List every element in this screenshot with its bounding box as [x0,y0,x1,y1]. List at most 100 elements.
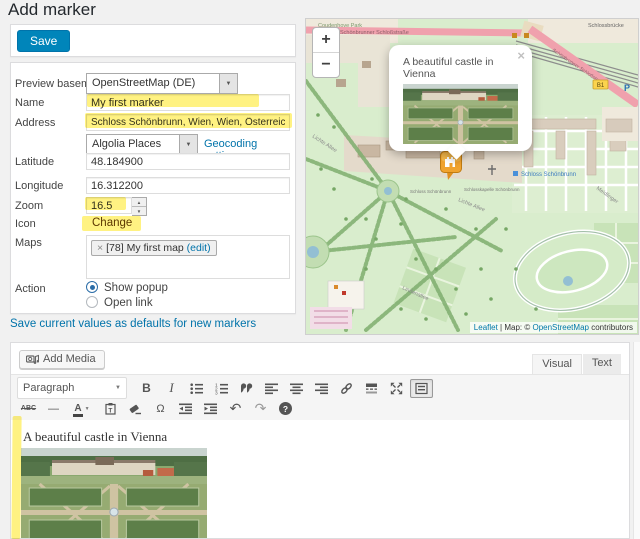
icon-label: Icon [15,218,36,230]
map-attribution: Leaflet | Map: © OpenStreetMap contribut… [469,322,637,333]
osm-link[interactable]: OpenStreetMap [532,323,588,332]
chevron-down-icon: ▼ [179,135,197,154]
bullet-list-button[interactable] [185,379,208,398]
align-right-button[interactable] [310,379,333,398]
decrease-indent-button[interactable] [174,399,197,418]
strikethrough-button[interactable]: ABC [17,399,40,418]
map-label: Schlossbrücke [588,23,624,29]
map-tag-edit-link[interactable]: (edit) [187,242,211,254]
map-label: Schloss Schönbrunn [410,189,452,194]
radio-selected-icon[interactable] [86,281,98,293]
numbered-list-icon: 1 2 3 [215,382,228,395]
add-media-button[interactable]: Add Media [19,350,105,369]
popup-close-icon[interactable]: × [517,49,525,62]
maps-multiselect[interactable]: × [78] My first map (edit) [86,235,290,279]
increase-indent-button[interactable] [199,399,222,418]
content-castle-photo[interactable] [21,448,207,539]
zoom-label: Zoom [15,200,44,212]
help-icon: ? [279,402,292,415]
icon-change-button[interactable]: Change [86,216,138,230]
right-panel-edge [633,342,640,539]
map-tag: × [78] My first map (edit) [91,240,217,256]
bold-button[interactable]: B [135,379,158,398]
fullscreen-icon [390,382,403,394]
address-input[interactable] [86,114,290,131]
undo-button[interactable]: ↶ [224,399,247,418]
action-show-popup-option[interactable]: Show popup [86,281,168,294]
page-title: Add marker [8,0,96,19]
fullscreen-button[interactable] [385,379,408,398]
remove-tag-icon[interactable]: × [97,242,103,254]
maps-label: Maps [15,237,42,249]
undo-icon: ↶ [229,400,242,416]
text-color-button[interactable]: A ▼ [67,399,97,418]
map-zoom-out-button[interactable]: − [313,53,339,77]
name-input[interactable] [86,94,290,111]
clipboard-icon: T [105,403,116,415]
redo-icon: ↷ [254,400,267,416]
route-badge: B1 [597,83,605,89]
editor-content-area[interactable]: A beautiful castle in Vienna [11,420,629,538]
basemap-select[interactable]: OpenStreetMap (DE) ▼ [86,73,238,94]
radio-unselected-icon[interactable] [86,296,98,308]
chevron-down-icon: ▼ [84,405,90,412]
map-zoom-control: + − [312,27,340,78]
clear-formatting-button[interactable] [124,399,147,418]
paste-as-text-button[interactable]: T [99,399,122,418]
zoom-input[interactable] [86,197,132,214]
latitude-input[interactable] [86,153,290,170]
align-left-icon [265,383,278,394]
numbered-list-button[interactable]: 1 2 3 [210,379,233,398]
bullet-list-icon [190,382,203,394]
paragraph-format-select[interactable]: Paragraph ▼ [17,377,127,399]
action-label: Action [15,283,46,295]
read-more-button[interactable] [360,379,383,398]
media-icon [26,354,39,364]
longitude-input[interactable] [86,177,290,194]
omega-icon: Ω [156,402,165,415]
marker-form-panel: Preview basemap OpenStreetMap (DE) ▼ Nam… [10,62,296,314]
action-open-link-label: Open link [104,297,153,309]
toolbar-toggle-button[interactable] [410,378,433,398]
paragraph-format-value: Paragraph [23,382,75,394]
map-preview[interactable]: Schönbrunner Schloßstraße Schönbrunner S… [305,18,639,335]
action-open-link-option[interactable]: Open link [86,296,153,309]
leaflet-link[interactable]: Leaflet [474,323,498,332]
italic-icon: I [169,380,174,395]
indent-icon [204,403,217,415]
align-left-button[interactable] [260,379,283,398]
popup-content-editor: Add Media Visual Text Paragraph ▼ B I 1 … [10,342,630,539]
tab-visual[interactable]: Visual [532,354,582,374]
chevron-down-icon: ▼ [219,74,237,93]
save-button[interactable]: Save [17,30,71,52]
link-icon [341,382,352,394]
zoom-stepper[interactable]: ▲ ▼ [132,197,147,216]
horizontal-rule-button[interactable]: — [42,399,65,418]
special-character-button[interactable]: Ω [149,399,172,418]
save-defaults-link[interactable]: Save current values as defaults for new … [10,318,256,330]
redo-button[interactable]: ↷ [249,399,272,418]
tab-text[interactable]: Text [582,354,621,374]
eraser-icon [129,404,141,415]
add-media-label: Add Media [43,353,96,365]
editor-toolbar: Paragraph ▼ B I 1 2 3 ABC — A ▼ T Ω ↶ ↷ … [11,374,629,421]
map-zoom-in-button[interactable]: + [313,28,339,53]
blockquote-button[interactable] [235,379,258,398]
attribution-text: | Map: © [497,323,533,332]
italic-button[interactable]: I [160,379,183,398]
add-marker-page: Add marker Save Preview basemap OpenStre… [0,0,640,539]
map-label: Schönbrunner Schloßstraße [340,30,409,36]
insert-link-button[interactable] [335,379,358,398]
align-center-button[interactable] [285,379,308,398]
align-right-icon [315,383,328,394]
text-color-icon: A [73,402,83,417]
longitude-label: Longitude [15,180,64,192]
content-heading: A beautiful castle in Vienna [23,429,168,444]
map-tag-text: [78] My first map [106,242,184,254]
geocoder-select[interactable]: Algolia Places ▼ [86,134,198,155]
help-button[interactable]: ? [274,399,297,418]
map-label: Schloss Schönbrunn [521,172,576,178]
name-label: Name [15,97,45,109]
latitude-label: Latitude [15,156,55,168]
basemap-value: OpenStreetMap (DE) [92,77,196,89]
